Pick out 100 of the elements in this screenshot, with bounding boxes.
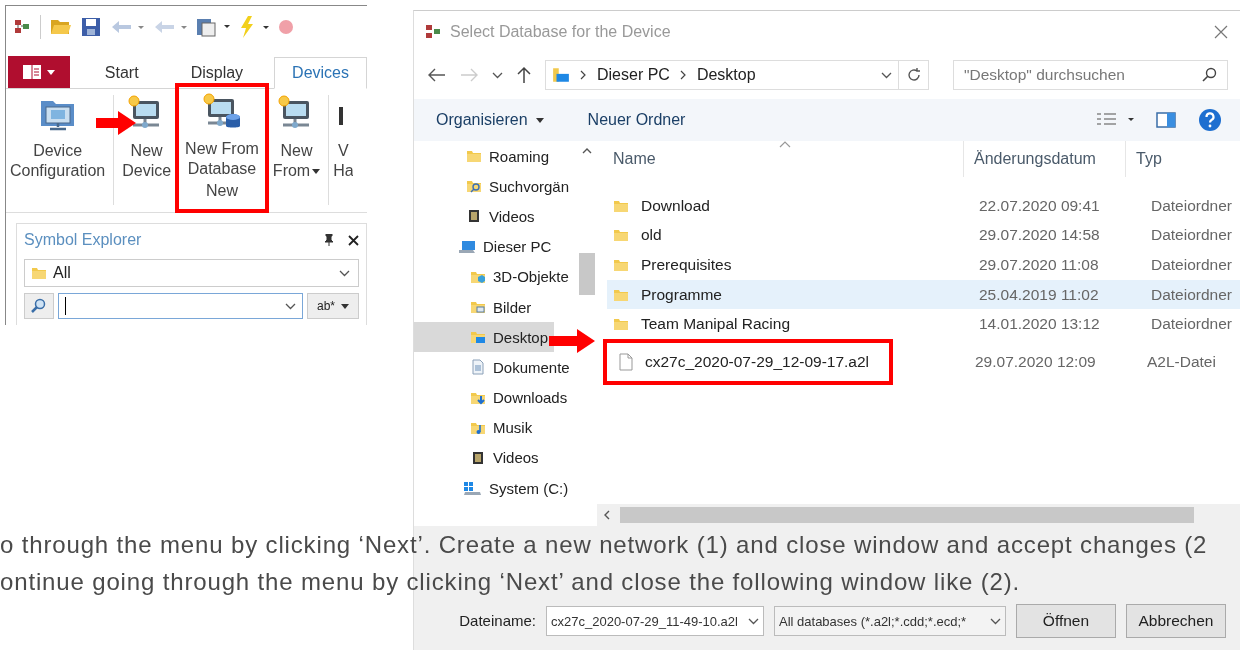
ribbon-tab[interactable]: Display <box>173 58 261 88</box>
refresh-icon <box>905 67 922 83</box>
paragraph-line: ontinue going through the menu by clicking ‘Next’ and close the following window like (2). <box>0 567 1021 597</box>
search-folder-icon <box>466 178 482 195</box>
preview-pane-icon[interactable] <box>1156 112 1176 128</box>
file-name-cell: Programme <box>613 279 969 310</box>
back-arrow-icon[interactable] <box>428 68 446 82</box>
filter-dropdown[interactable]: All <box>24 259 359 287</box>
ribbon-button[interactable]: New Device <box>118 95 176 212</box>
file-row[interactable]: cx27c_2020-07-29_12-09-17.a2l 29.07.2020 12:09 A2L-Datei <box>607 338 1240 385</box>
chevron-down-icon <box>285 302 296 310</box>
date-cell-text: 29.07.2020 12:09 <box>974 352 1097 371</box>
field-label: Dateiname: <box>459 611 536 631</box>
document-icon <box>470 359 486 376</box>
ribbon-button[interactable]: New From <box>268 95 325 212</box>
file-name-cell: cx27c_2020-07-29_12-09-17.a2l <box>619 347 877 377</box>
caret-icon <box>312 168 321 174</box>
pin-icon[interactable] <box>324 234 334 246</box>
breadcrumb-item[interactable]: Desktop <box>696 66 756 84</box>
app-logo-icon <box>426 25 442 39</box>
nav-item[interactable]: System (C:) <box>414 473 575 504</box>
scroll-left-icon[interactable] <box>603 510 610 520</box>
toolbar-button[interactable]: Neuer Ordner <box>587 111 686 129</box>
file-type-dropdown[interactable]: All databases (*.a2l;*.cdd;*.ecd;* <box>774 606 1006 636</box>
nav-item[interactable]: Suchvorgän <box>414 171 576 202</box>
app-logo-icon <box>15 20 31 34</box>
file-row[interactable]: Team Manipal Racing 14.01.2020 13:12 Dateiordner <box>607 309 1240 339</box>
desktop-folder-icon <box>552 66 570 84</box>
search-button[interactable] <box>24 293 54 319</box>
type-cell-text: Dateiordner <box>1150 196 1233 215</box>
caret-icon <box>46 69 55 75</box>
up-arrow-icon[interactable] <box>517 66 531 84</box>
caret-icon <box>341 303 349 309</box>
filename-field[interactable]: cx27c_2020-07-29_11-49-10.a2l <box>546 606 764 636</box>
search-field[interactable]: "Desktop" durchsuchen <box>953 60 1228 90</box>
date-cell-text: 29.07.2020 14:58 <box>978 226 1101 245</box>
ribbon-button[interactable]: New From Database <box>181 93 263 179</box>
paragraph-line: o through the menu by clicking ‘Next’. Create a new network (1) and close window and accept changes (2 <box>0 530 1208 560</box>
scrollbar-thumb[interactable] <box>579 253 595 295</box>
column-header[interactable]: Name <box>607 141 963 177</box>
folder-icon <box>613 227 629 244</box>
type-cell-text: A2L-Datei <box>1146 352 1217 371</box>
file-row[interactable]: old 29.07.2020 14:58 Dateiordner <box>607 220 1240 251</box>
dialog-button[interactable]: Abbrechen <box>1126 604 1226 638</box>
file-icon <box>619 352 633 371</box>
nav-item[interactable]: Desktop <box>414 322 555 353</box>
view-options-icon[interactable] <box>1096 112 1134 128</box>
chevron-right-icon <box>679 70 687 80</box>
help-icon[interactable] <box>1198 108 1222 132</box>
nav-item[interactable]: Dieser PC <box>414 231 558 262</box>
toolbar-button[interactable]: Organisieren <box>436 111 544 129</box>
save-icon[interactable] <box>81 17 101 37</box>
file-row[interactable]: Programme 25.04.2019 11:02 Dateiordner <box>607 279 1240 310</box>
drive-icon <box>462 480 482 497</box>
ribbon-button[interactable]: V Ha <box>333 95 354 212</box>
file-row[interactable]: Prerequisites 29.07.2020 11:08 Dateiordner <box>607 250 1240 280</box>
date-cell-text: 22.07.2020 09:41 <box>978 196 1101 215</box>
refresh-button[interactable] <box>899 60 929 90</box>
file-menu-button[interactable] <box>8 56 70 88</box>
nav-item[interactable]: Roaming <box>414 141 556 172</box>
nav-item[interactable]: Bilder <box>414 291 538 323</box>
chevron-down-icon <box>990 617 1001 625</box>
group-label: New <box>205 182 238 200</box>
date-cell-text: 14.01.2020 13:12 <box>978 315 1101 334</box>
folder-icon <box>31 265 47 281</box>
search-icon <box>31 298 47 314</box>
date-cell-text: 25.04.2019 11:02 <box>978 285 1100 304</box>
search-option-button[interactable]: ab* <box>307 293 359 319</box>
search-field[interactable] <box>58 293 303 319</box>
nav-item[interactable]: Downloads <box>414 382 574 413</box>
pointer-arrow <box>549 329 595 354</box>
close-icon[interactable] <box>348 234 359 246</box>
chevron-down-icon <box>748 617 759 625</box>
ribbon-tab[interactable]: Start <box>87 58 156 88</box>
file-row[interactable]: Download 22.07.2020 09:41 Dateiordner <box>607 191 1240 221</box>
nav-item[interactable]: Musik <box>414 412 539 443</box>
nav-item[interactable]: Dokumente <box>414 352 576 383</box>
dialog-button[interactable]: Öffnen <box>1016 604 1116 638</box>
type-cell-text: Dateiordner <box>1150 285 1233 304</box>
caret-icon <box>535 117 544 123</box>
ribbon-button[interactable]: Device Configuration <box>6 95 110 212</box>
file-name-cell: Prerequisites <box>613 250 969 280</box>
film-icon <box>466 208 482 225</box>
column-header[interactable]: Änderungsdatum <box>963 141 1125 177</box>
nav-item[interactable]: 3D-Objekte <box>414 261 575 292</box>
file-name-cell: old <box>613 220 969 251</box>
type-cell-text: Dateiordner <box>1150 226 1233 245</box>
computer-icon <box>458 238 476 255</box>
date-cell-text: 29.07.2020 11:08 <box>978 256 1100 274</box>
file-name-cell: Team Manipal Racing <box>613 309 969 339</box>
breadcrumb-item[interactable]: Dieser PC <box>597 66 670 84</box>
address-bar[interactable]: Dieser PC Desktop <box>545 60 899 90</box>
scrollbar[interactable] <box>597 504 1240 526</box>
scroll-up-icon[interactable] <box>582 147 592 154</box>
chevron-down-icon <box>339 269 350 277</box>
nav-item[interactable]: Videos <box>414 442 545 474</box>
recent-locations-icon <box>492 71 503 79</box>
column-header[interactable]: Typ <box>1125 141 1240 177</box>
ribbon-tab[interactable]: Devices <box>274 57 367 89</box>
nav-item[interactable]: Videos <box>414 201 541 232</box>
